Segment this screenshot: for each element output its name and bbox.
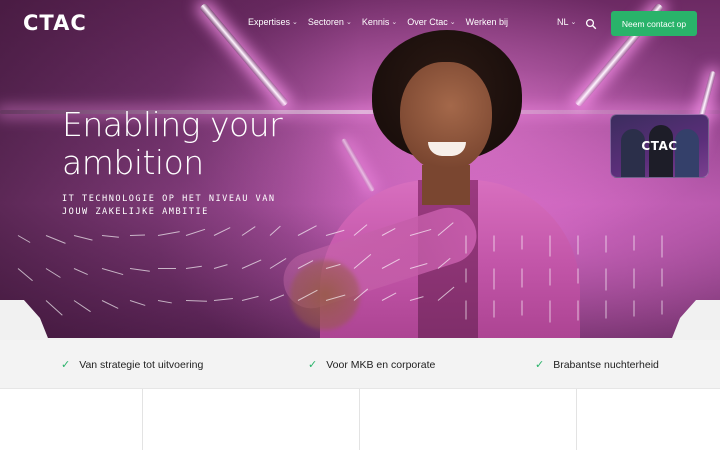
nav-item-werken-bij[interactable]: Werken bij — [466, 17, 508, 27]
pattern-dash — [661, 268, 663, 287]
content-cards-row — [0, 388, 720, 450]
chevron-down-icon: ⌄ — [449, 19, 456, 26]
pattern-dash — [465, 300, 467, 320]
chevron-down-icon: ⌄ — [345, 19, 352, 26]
pattern-dash — [577, 268, 579, 284]
usp-item: ✓ Brabantse nuchterheid — [535, 358, 659, 372]
pattern-dash — [633, 268, 635, 289]
check-icon: ✓ — [308, 359, 318, 371]
nav-label: Expertises — [248, 17, 291, 27]
card-divider — [576, 389, 577, 450]
pattern-dash — [661, 300, 663, 315]
contact-button[interactable]: Neem contact op — [611, 11, 697, 36]
card-divider — [142, 389, 143, 450]
pattern-dash — [605, 268, 607, 291]
language-label: NL — [557, 17, 569, 27]
pattern-dash — [549, 235, 551, 257]
nav-item-sectoren[interactable]: Sectoren ⌄ — [308, 17, 352, 27]
pattern-dash — [493, 268, 495, 290]
nav-item-expertises[interactable]: Expertises ⌄ — [248, 17, 298, 27]
headline-line: ambition — [62, 143, 204, 182]
pattern-dash — [493, 300, 495, 318]
video-thumbnail[interactable]: CTAC — [610, 114, 709, 178]
chevron-down-icon: ⌄ — [292, 19, 298, 26]
nav-item-over-ctac[interactable]: Over Ctac ⌄ — [407, 17, 455, 27]
language-switcher[interactable]: NL ⌄ — [557, 17, 576, 27]
nav-label: Kennis — [361, 17, 390, 27]
usp-label: Voor MKB en corporate — [326, 358, 436, 371]
usp-item: ✓ Voor MKB en corporate — [308, 358, 436, 372]
usp-item: ✓ Van strategie tot uitvoering — [61, 358, 204, 372]
pattern-dash — [521, 268, 523, 288]
pattern-dash — [577, 300, 579, 321]
usp-bar: ✓ Van strategie tot uitvoering ✓ Voor MK… — [0, 340, 720, 388]
ctac-logo[interactable]: CTAC — [23, 11, 87, 35]
usp-label: Brabantse nuchterheid — [553, 358, 659, 371]
pattern-dash — [605, 300, 607, 319]
pattern-dash — [465, 235, 467, 254]
nav-label: Sectoren — [307, 17, 344, 27]
nav-label: Werken bij — [465, 17, 508, 27]
pattern-dash — [633, 235, 635, 251]
pattern-dash — [521, 235, 523, 250]
subline-line: JOUW ZAKELIJKE AMBITIE — [62, 207, 209, 217]
pattern-dash — [493, 235, 495, 252]
pattern-dash — [549, 268, 551, 286]
pattern-dash — [605, 235, 607, 253]
pattern-dash — [549, 300, 551, 323]
hero-headline: Enabling your ambition — [62, 106, 322, 182]
pattern-dash — [521, 300, 523, 316]
pattern-dash — [633, 300, 635, 317]
pattern-dash — [465, 268, 467, 283]
chevron-down-icon: ⌄ — [391, 19, 398, 26]
nav-label: Over Ctac — [407, 17, 448, 27]
headline-line: Enabling your — [62, 105, 283, 144]
search-icon[interactable] — [585, 17, 597, 30]
usp-label: Van strategie tot uitvoering — [79, 358, 204, 371]
check-icon: ✓ — [535, 359, 545, 371]
nav-item-kennis[interactable]: Kennis ⌄ — [362, 17, 397, 27]
hero-subline: IT TECHNOLOGIE OP HET NIVEAU VAN JOUW ZA… — [62, 193, 312, 219]
main-nav: Expertises ⌄ Sectoren ⌄ Kennis ⌄ Over Ct… — [248, 17, 508, 27]
pattern-dash — [577, 235, 579, 255]
check-icon: ✓ — [61, 359, 71, 371]
card-divider — [359, 389, 360, 450]
video-thumbnail-logo: CTAC — [641, 139, 678, 153]
pattern-dash — [158, 268, 176, 269]
pattern-dash — [661, 235, 663, 258]
chevron-down-icon: ⌄ — [570, 19, 577, 26]
subline-line: IT TECHNOLOGIE OP HET NIVEAU VAN — [62, 194, 276, 204]
